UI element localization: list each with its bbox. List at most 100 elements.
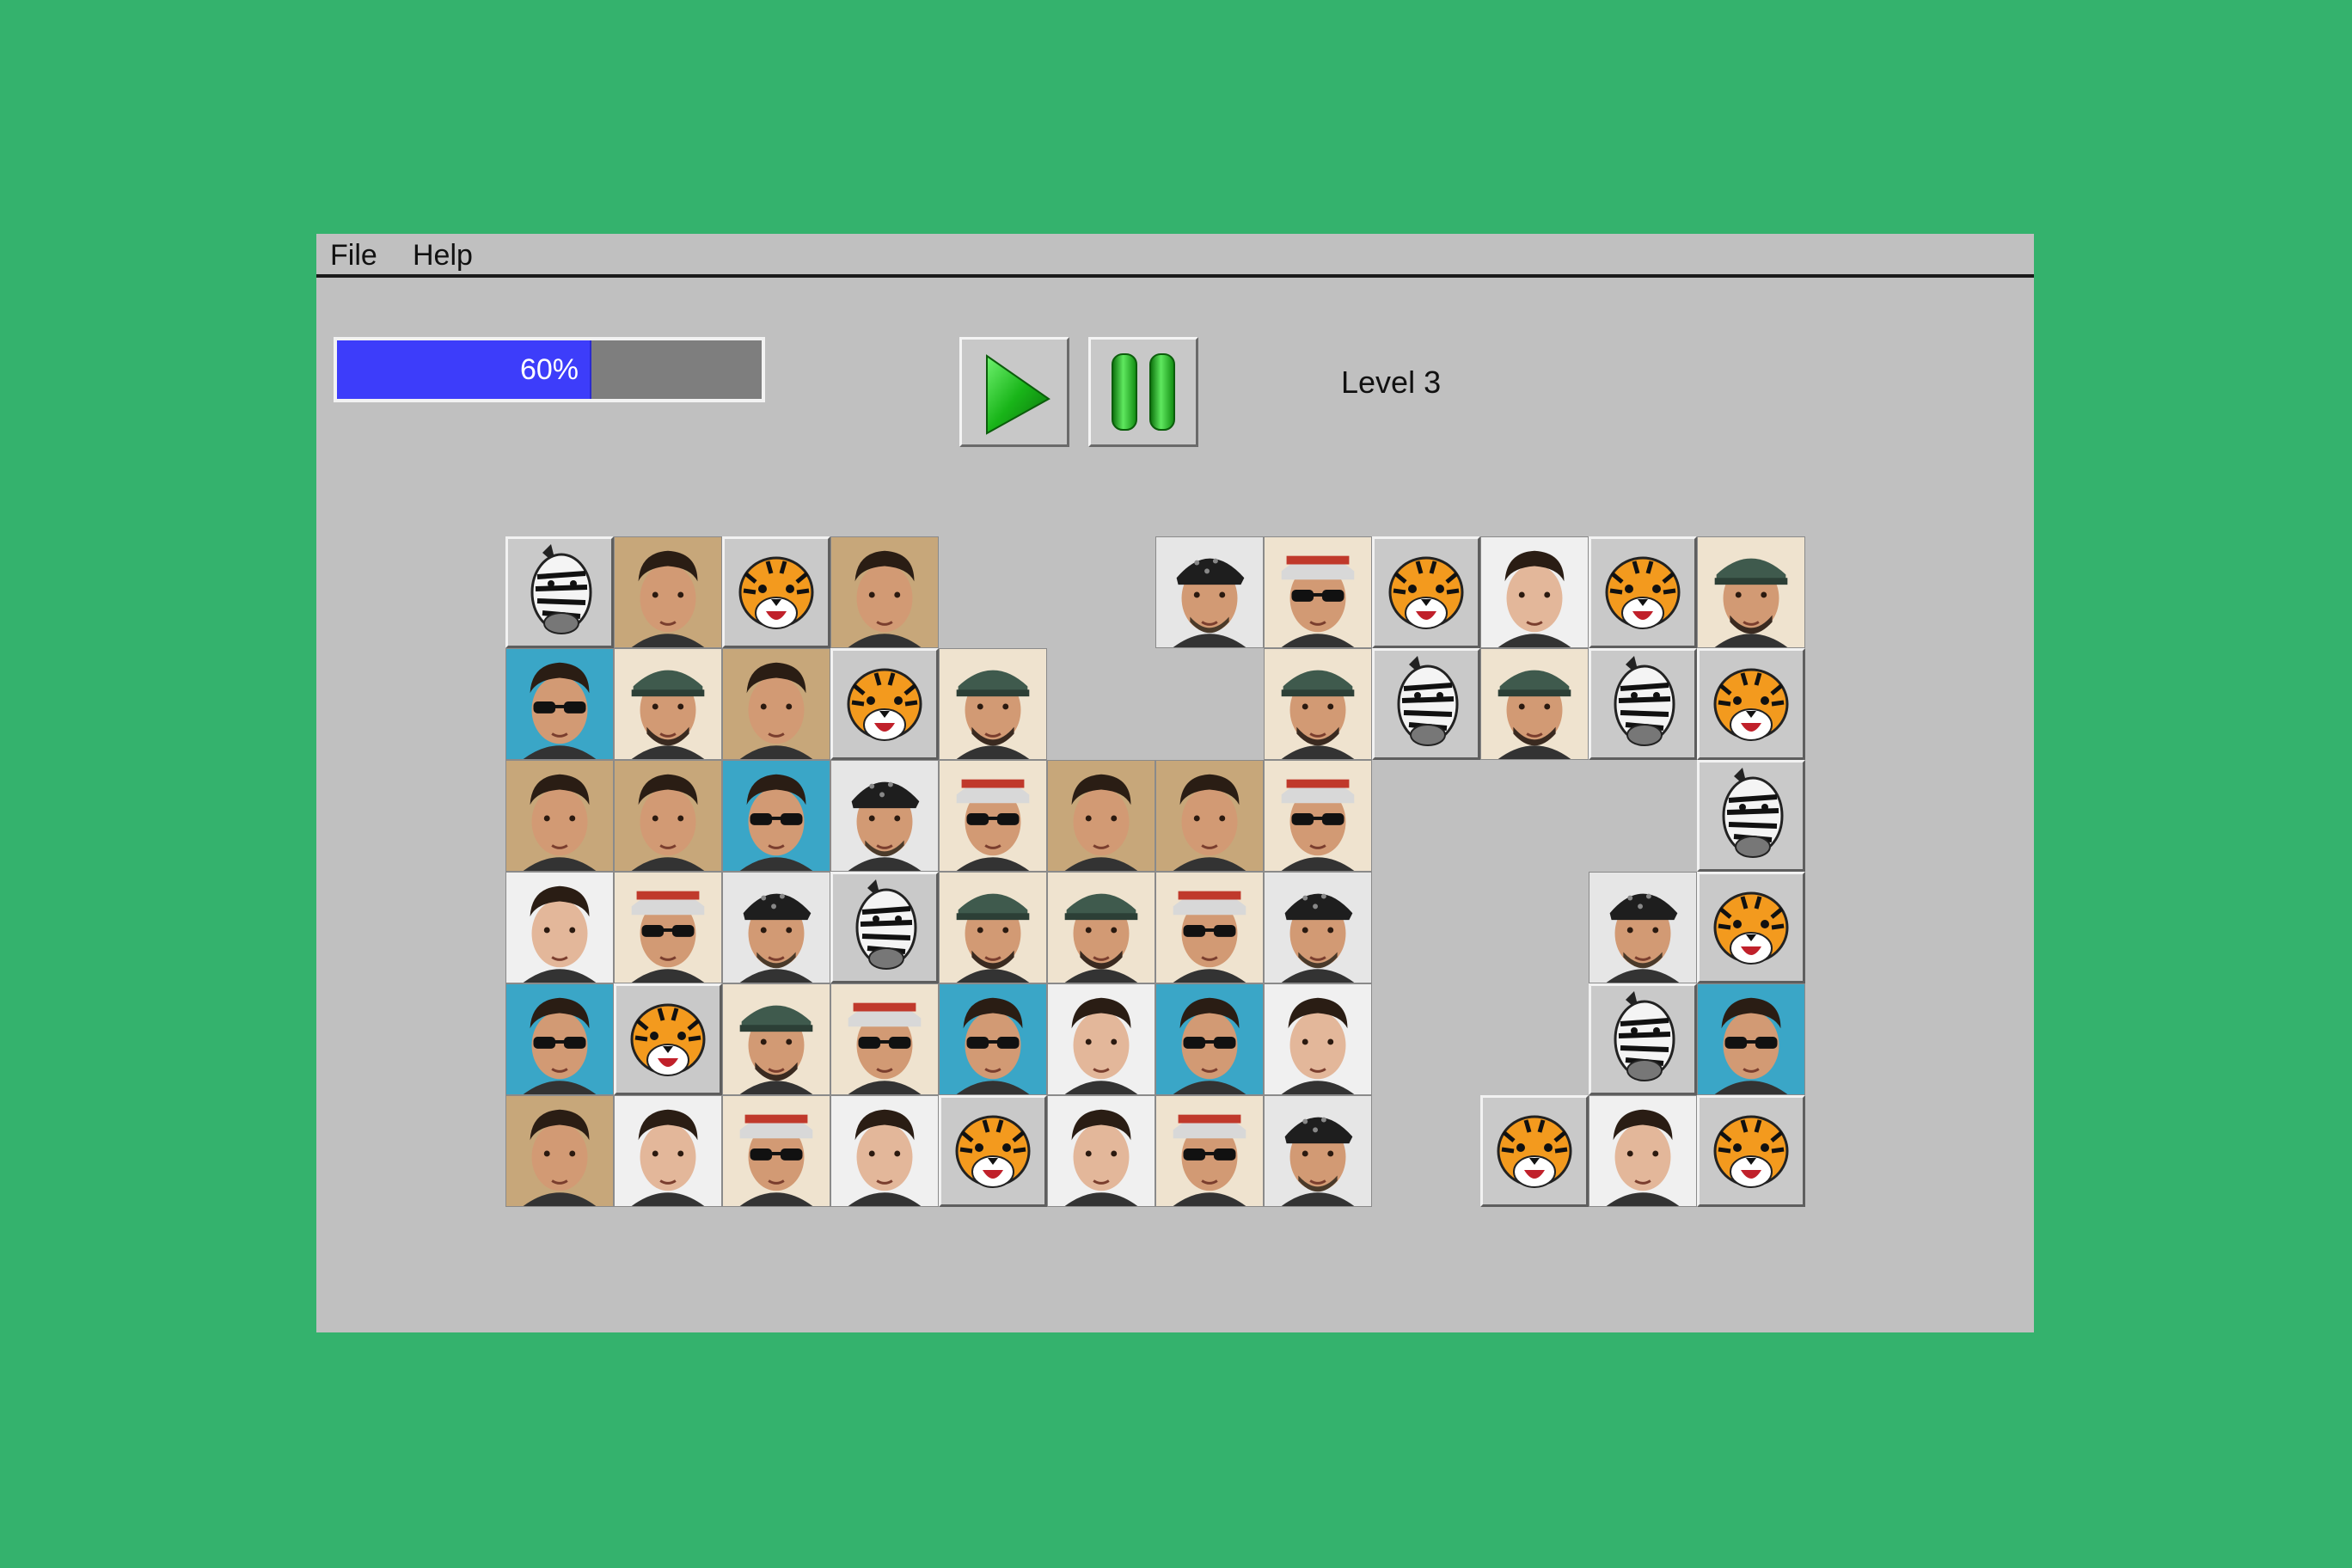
tile-man-dark[interactable] bbox=[830, 1095, 939, 1207]
man-sunglasses-cap-icon bbox=[940, 761, 1046, 871]
tile-man-sunglasses-blue[interactable] bbox=[1155, 983, 1264, 1095]
tile-man-dark[interactable] bbox=[505, 872, 614, 983]
zebra-icon bbox=[855, 879, 917, 970]
tile-man-dark[interactable] bbox=[1047, 983, 1155, 1095]
man-cap-icon bbox=[940, 649, 1046, 759]
tile-man-sunglasses-blue[interactable] bbox=[1697, 983, 1805, 1095]
man-brown-icon bbox=[506, 1096, 613, 1206]
tiger-icon bbox=[738, 556, 814, 629]
tile-man-sunglasses-cap[interactable] bbox=[722, 1095, 830, 1207]
tile-man-bandana[interactable] bbox=[830, 760, 939, 872]
tile-man-cap[interactable] bbox=[1264, 648, 1372, 760]
tile-tiger[interactable] bbox=[1372, 536, 1480, 648]
tile-man-cap[interactable] bbox=[1697, 536, 1805, 648]
tile-tiger[interactable] bbox=[1697, 872, 1805, 983]
man-dark-icon bbox=[1265, 984, 1371, 1094]
tile-zebra[interactable] bbox=[1589, 983, 1697, 1095]
man-cap-icon bbox=[1048, 873, 1155, 983]
zebra-icon bbox=[1614, 991, 1675, 1081]
tile-man-sunglasses-blue[interactable] bbox=[939, 983, 1047, 1095]
play-icon bbox=[986, 354, 1050, 435]
man-dark-icon bbox=[506, 873, 613, 983]
tile-man-cap[interactable] bbox=[722, 983, 830, 1095]
tile-man-dark[interactable] bbox=[614, 1095, 722, 1207]
tile-man-sunglasses-cap[interactable] bbox=[1264, 536, 1372, 648]
tile-man-dark[interactable] bbox=[1480, 536, 1589, 648]
tile-man-cap[interactable] bbox=[1480, 648, 1589, 760]
man-sunglasses-cap-icon bbox=[831, 984, 938, 1094]
tile-man-bandana[interactable] bbox=[1264, 1095, 1372, 1207]
tile-tiger[interactable] bbox=[1697, 648, 1805, 760]
tile-man-brown[interactable] bbox=[1155, 760, 1264, 872]
man-brown-icon bbox=[723, 649, 830, 759]
tile-man-sunglasses-cap[interactable] bbox=[939, 760, 1047, 872]
menu-bar: File Help bbox=[316, 234, 2034, 278]
tile-man-bandana[interactable] bbox=[1589, 872, 1697, 983]
tile-zebra[interactable] bbox=[505, 536, 614, 648]
tile-man-sunglasses-cap[interactable] bbox=[614, 872, 722, 983]
tiger-icon bbox=[1713, 668, 1789, 741]
tiger-icon bbox=[1388, 556, 1464, 629]
man-dark-icon bbox=[1048, 984, 1155, 1094]
tile-tiger[interactable] bbox=[939, 1095, 1047, 1207]
tile-zebra[interactable] bbox=[830, 872, 939, 983]
tile-man-sunglasses-cap[interactable] bbox=[1155, 872, 1264, 983]
level-label: Level 3 bbox=[1341, 364, 1442, 400]
man-dark-icon bbox=[831, 1096, 938, 1206]
man-brown-icon bbox=[831, 537, 938, 647]
play-button[interactable] bbox=[959, 337, 1069, 447]
tile-man-sunglasses-cap[interactable] bbox=[1155, 1095, 1264, 1207]
tile-man-bandana[interactable] bbox=[722, 872, 830, 983]
tiger-icon bbox=[1605, 556, 1681, 629]
tile-man-brown[interactable] bbox=[830, 536, 939, 648]
man-sunglasses-blue-icon bbox=[940, 984, 1046, 1094]
tile-man-brown[interactable] bbox=[614, 536, 722, 648]
tile-man-brown[interactable] bbox=[614, 760, 722, 872]
tile-man-sunglasses-blue[interactable] bbox=[505, 648, 614, 760]
tile-zebra[interactable] bbox=[1589, 648, 1697, 760]
man-dark-icon bbox=[1589, 1096, 1696, 1206]
tile-man-bandana[interactable] bbox=[1155, 536, 1264, 648]
menu-help[interactable]: Help bbox=[399, 236, 487, 275]
tile-man-dark[interactable] bbox=[1047, 1095, 1155, 1207]
tile-man-cap[interactable] bbox=[1047, 872, 1155, 983]
man-sunglasses-blue-icon bbox=[506, 984, 613, 1094]
tile-man-brown[interactable] bbox=[1047, 760, 1155, 872]
tile-man-brown[interactable] bbox=[505, 760, 614, 872]
tile-man-brown[interactable] bbox=[722, 648, 830, 760]
man-sunglasses-cap-icon bbox=[1265, 761, 1371, 871]
tile-man-sunglasses-cap[interactable] bbox=[830, 983, 939, 1095]
tiger-icon bbox=[955, 1115, 1031, 1188]
tile-man-cap[interactable] bbox=[939, 648, 1047, 760]
tile-man-dark[interactable] bbox=[1589, 1095, 1697, 1207]
tiger-icon bbox=[847, 668, 922, 741]
tile-man-sunglasses-blue[interactable] bbox=[722, 760, 830, 872]
tiger-icon bbox=[1713, 1115, 1789, 1188]
tile-man-sunglasses-cap[interactable] bbox=[1264, 760, 1372, 872]
tile-man-bandana[interactable] bbox=[1264, 872, 1372, 983]
pause-button[interactable] bbox=[1088, 337, 1198, 447]
tile-zebra[interactable] bbox=[1697, 760, 1805, 872]
tile-man-cap[interactable] bbox=[614, 648, 722, 760]
tile-tiger[interactable] bbox=[722, 536, 830, 648]
man-sunglasses-blue-icon bbox=[506, 649, 613, 759]
tile-tiger[interactable] bbox=[1589, 536, 1697, 648]
zebra-icon bbox=[1614, 656, 1675, 746]
tile-zebra[interactable] bbox=[1372, 648, 1480, 760]
man-dark-icon bbox=[1048, 1096, 1155, 1206]
game-window: File Help 60% Level 3 bbox=[316, 234, 2034, 1332]
tile-man-brown[interactable] bbox=[505, 1095, 614, 1207]
tile-man-dark[interactable] bbox=[1264, 983, 1372, 1095]
menu-file[interactable]: File bbox=[316, 236, 391, 275]
tile-tiger[interactable] bbox=[1697, 1095, 1805, 1207]
man-dark-icon bbox=[615, 1096, 721, 1206]
tile-tiger[interactable] bbox=[614, 983, 722, 1095]
man-cap-icon bbox=[1265, 649, 1371, 759]
tile-tiger[interactable] bbox=[830, 648, 939, 760]
man-bandana-icon bbox=[831, 761, 938, 871]
tile-man-sunglasses-blue[interactable] bbox=[505, 983, 614, 1095]
tile-tiger[interactable] bbox=[1480, 1095, 1589, 1207]
man-bandana-icon bbox=[1265, 873, 1371, 983]
man-sunglasses-blue-icon bbox=[1156, 984, 1263, 1094]
tile-man-cap[interactable] bbox=[939, 872, 1047, 983]
